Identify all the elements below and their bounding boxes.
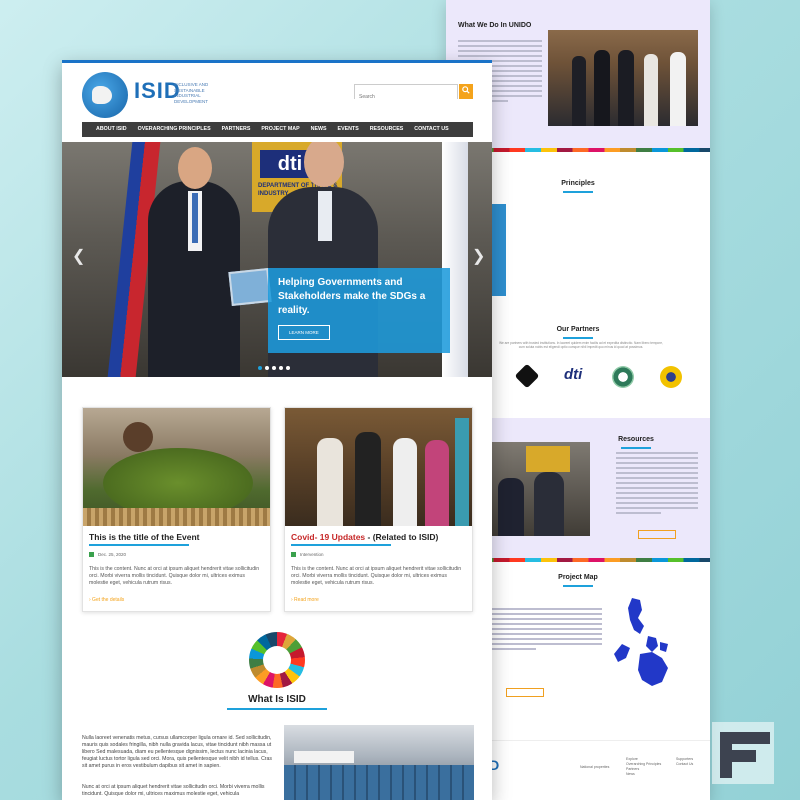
nav-news[interactable]: NEWS <box>305 122 332 137</box>
news-card-title-highlight: Covid- 19 Updates <box>291 532 366 542</box>
nav-resources[interactable]: RESOURCES <box>364 122 409 137</box>
partners-underline <box>563 337 593 339</box>
partner-logo-dti[interactable]: dti <box>564 366 582 383</box>
nav-project-map[interactable]: PROJECT MAP <box>256 122 305 137</box>
principle-2-text: Economic and Social Progress within Envi… <box>582 235 634 265</box>
officials-photo <box>548 30 698 126</box>
principle-1-text: Higher Level of Industrialization and In… <box>514 235 563 265</box>
partner-logo-1[interactable] <box>514 363 540 389</box>
top-accent-line <box>62 60 492 63</box>
event-card[interactable]: This is the title of the Event Dec. 25, … <box>82 407 271 612</box>
principle-card-2[interactable]: Economic and Social Progress within Envi… <box>574 204 642 296</box>
nav-overarching-principles[interactable]: OVERARCHING PRINCIPLES <box>132 122 216 137</box>
partner-logo-4[interactable] <box>660 366 682 388</box>
search-button[interactable] <box>459 84 473 99</box>
news-card-category: Intervention <box>300 552 324 557</box>
slider-next-icon[interactable]: ❯ <box>472 246 485 266</box>
hero-caption: Helping Governments and Stakeholders mak… <box>268 268 450 353</box>
news-card[interactable]: Covid- 19 Updates - (Related to ISID) In… <box>284 407 473 612</box>
principle-1-button[interactable] <box>520 277 560 286</box>
isid-logo[interactable]: ISID INCLUSIVE AND SUSTAINABLE INDUSTRIA… <box>82 68 212 118</box>
footer-links-col: Explore Overarching Principles Partners … <box>626 757 661 777</box>
principle-2-button[interactable] <box>588 277 628 286</box>
footer-link-news[interactable]: News <box>626 772 661 777</box>
resources-heading: Resources <box>618 436 654 443</box>
principle-3-button[interactable] <box>656 277 696 286</box>
project-map-button[interactable] <box>506 688 544 697</box>
event-card-underline <box>89 544 189 546</box>
sdg-wheel-icon <box>249 632 305 688</box>
event-card-meta: Dec. 25, 2020 <box>89 552 270 558</box>
what-is-isid-paragraph-2: Nunc at orci at ipsum aliquet hendrerit … <box>82 784 265 797</box>
hero-slider: dti DEPARTMENT OF TRADE & INDUSTRY Helpi… <box>62 142 492 377</box>
event-card-title: This is the title of the Event <box>89 532 200 542</box>
principles-underline <box>563 191 593 193</box>
principle-card-1[interactable]: Higher Level of Industrialization and In… <box>506 204 574 296</box>
corner-brand-logo <box>712 722 774 784</box>
nav-events[interactable]: EVENTS <box>332 122 364 137</box>
read-more-link[interactable]: › Read more <box>291 597 319 603</box>
partners-text: We are partners with trusted institution… <box>499 341 663 350</box>
resources-button[interactable] <box>638 530 676 539</box>
principle-3-text: Knowledge Management and Effective Partn… <box>650 235 691 265</box>
principle-card-3[interactable]: Knowledge Management and Effective Partn… <box>642 204 710 296</box>
project-map-underline <box>563 585 593 587</box>
slider-dot[interactable] <box>286 366 290 370</box>
partner-logo-3[interactable] <box>612 366 634 388</box>
what-is-isid-underline <box>227 708 327 710</box>
slider-prev-icon[interactable]: ❮ <box>72 246 85 266</box>
philippines-map[interactable] <box>612 596 682 688</box>
what-we-do-heading: What We Do In UNIDO <box>458 22 532 29</box>
slider-dot[interactable] <box>279 366 283 370</box>
footer-link-national[interactable]: National properties <box>580 765 609 769</box>
news-card-title-rest: - (Related to ISID) <box>365 532 439 542</box>
resources-photo <box>486 442 590 536</box>
logo-subtitle: INCLUSIVE AND SUSTAINABLE INDUSTRIAL DEV… <box>174 82 209 104</box>
slider-dots <box>258 366 290 370</box>
event-card-image <box>83 408 270 526</box>
nav-partners[interactable]: PARTNERS <box>216 122 256 137</box>
search-box <box>354 84 458 104</box>
footer-links-col-2: Supporters Contact Us <box>676 757 693 767</box>
resources-underline <box>621 447 651 449</box>
slider-dot[interactable] <box>265 366 269 370</box>
slider-dot[interactable] <box>258 366 262 370</box>
what-is-isid-heading: What Is ISID <box>248 694 306 705</box>
person-left <box>148 147 240 377</box>
news-card-meta: Intervention <box>291 552 472 558</box>
search-icon <box>462 86 470 94</box>
calendar-icon <box>89 552 94 558</box>
resources-text <box>616 452 698 517</box>
learn-more-button[interactable]: LEARN MORE <box>278 325 330 340</box>
project-map-text <box>492 608 602 653</box>
main-nav: ABOUT ISID OVERARCHING PRINCIPLES PARTNE… <box>82 122 473 137</box>
globe-icon <box>82 72 128 118</box>
building-photo <box>284 725 474 800</box>
news-card-underline <box>291 544 391 546</box>
event-card-body: This is the content. Nunc at orci at ips… <box>89 566 260 587</box>
search-input[interactable] <box>355 90 457 104</box>
news-card-image <box>285 408 472 526</box>
tag-icon <box>291 552 296 558</box>
slider-dot[interactable] <box>272 366 276 370</box>
get-details-link[interactable]: › Get the details <box>89 597 124 603</box>
hero-title: Helping Governments and Stakeholders mak… <box>278 277 426 316</box>
nav-contact-us[interactable]: CONTACT US <box>409 122 454 137</box>
footer-link-contact[interactable]: Contact Us <box>676 762 693 767</box>
front-page-preview: ISID INCLUSIVE AND SUSTAINABLE INDUSTRIA… <box>62 60 492 800</box>
event-card-date: Dec. 25, 2020 <box>98 552 127 557</box>
nav-about-isid[interactable]: ABOUT ISID <box>82 122 132 137</box>
news-card-title: Covid- 19 Updates - (Related to ISID) <box>291 532 472 542</box>
news-card-body: This is the content. Nunc at orci at ips… <box>291 566 462 587</box>
what-is-isid-paragraph-1: Nulla laoreet venenatis metus, cursus ul… <box>82 735 273 769</box>
award-plaque <box>228 268 272 306</box>
